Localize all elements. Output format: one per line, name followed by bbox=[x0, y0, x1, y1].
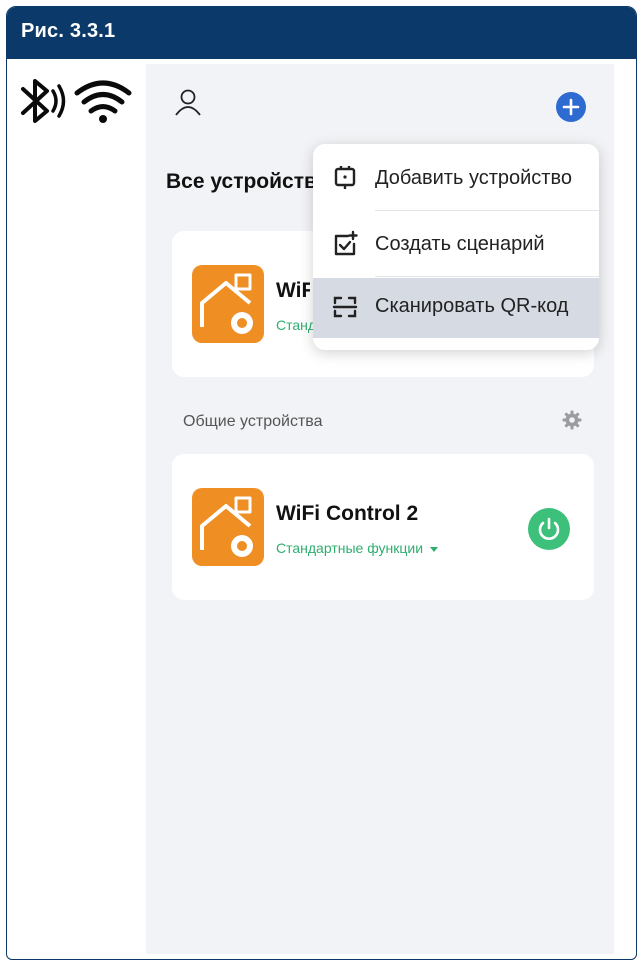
figure-title: Рис. 3.3.1 bbox=[21, 20, 116, 42]
shared-devices-label: Общие устройства bbox=[183, 413, 323, 430]
caret-down-icon bbox=[430, 546, 439, 552]
section-title-all-devices: Все устройства bbox=[166, 170, 316, 193]
device-name: WiFi bbox=[276, 279, 310, 302]
bluetooth-icon bbox=[21, 79, 66, 123]
menu-item-add-device[interactable]: Добавить устройство bbox=[313, 146, 599, 212]
device-name: WiFi Control 2 bbox=[276, 502, 419, 525]
menu-divider bbox=[375, 276, 599, 277]
add-device-icon bbox=[334, 166, 356, 189]
device-card[interactable]: WiFi Control 2 Стандартные функции bbox=[172, 454, 594, 600]
menu-item-create-scene[interactable]: Создать сценарий bbox=[313, 212, 599, 278]
menu-item-scan-qr[interactable]: Сканировать QR-код bbox=[313, 278, 599, 338]
add-button[interactable] bbox=[556, 92, 586, 122]
plus-icon bbox=[562, 98, 580, 116]
gear-icon[interactable] bbox=[562, 410, 582, 430]
scan-qr-icon bbox=[332, 296, 358, 318]
figure-frame: Рис. 3.3.1 Все устройства Wi Станд Общие… bbox=[6, 6, 637, 960]
create-scene-icon bbox=[334, 230, 358, 256]
user-icon bbox=[175, 89, 201, 116]
menu-divider bbox=[375, 210, 599, 211]
wifi-icon bbox=[74, 80, 132, 123]
menu-item-label: Добавить устройство bbox=[375, 167, 572, 189]
connectivity-icons bbox=[19, 75, 137, 135]
device-functions-label: Стандартные функции bbox=[276, 540, 424, 556]
device-functions[interactable]: Стандартные функции bbox=[276, 540, 439, 556]
device-icon bbox=[192, 488, 264, 566]
power-button[interactable] bbox=[528, 508, 570, 550]
device-icon bbox=[192, 265, 264, 343]
add-menu: Добавить устройство Создать сценарий Ска… bbox=[313, 144, 599, 350]
profile-button[interactable] bbox=[172, 86, 204, 118]
power-icon bbox=[538, 517, 560, 540]
figure-header: Рис. 3.3.1 bbox=[7, 7, 636, 59]
menu-item-label: Создать сценарий bbox=[375, 233, 545, 255]
menu-item-label: Сканировать QR-код bbox=[375, 295, 569, 317]
